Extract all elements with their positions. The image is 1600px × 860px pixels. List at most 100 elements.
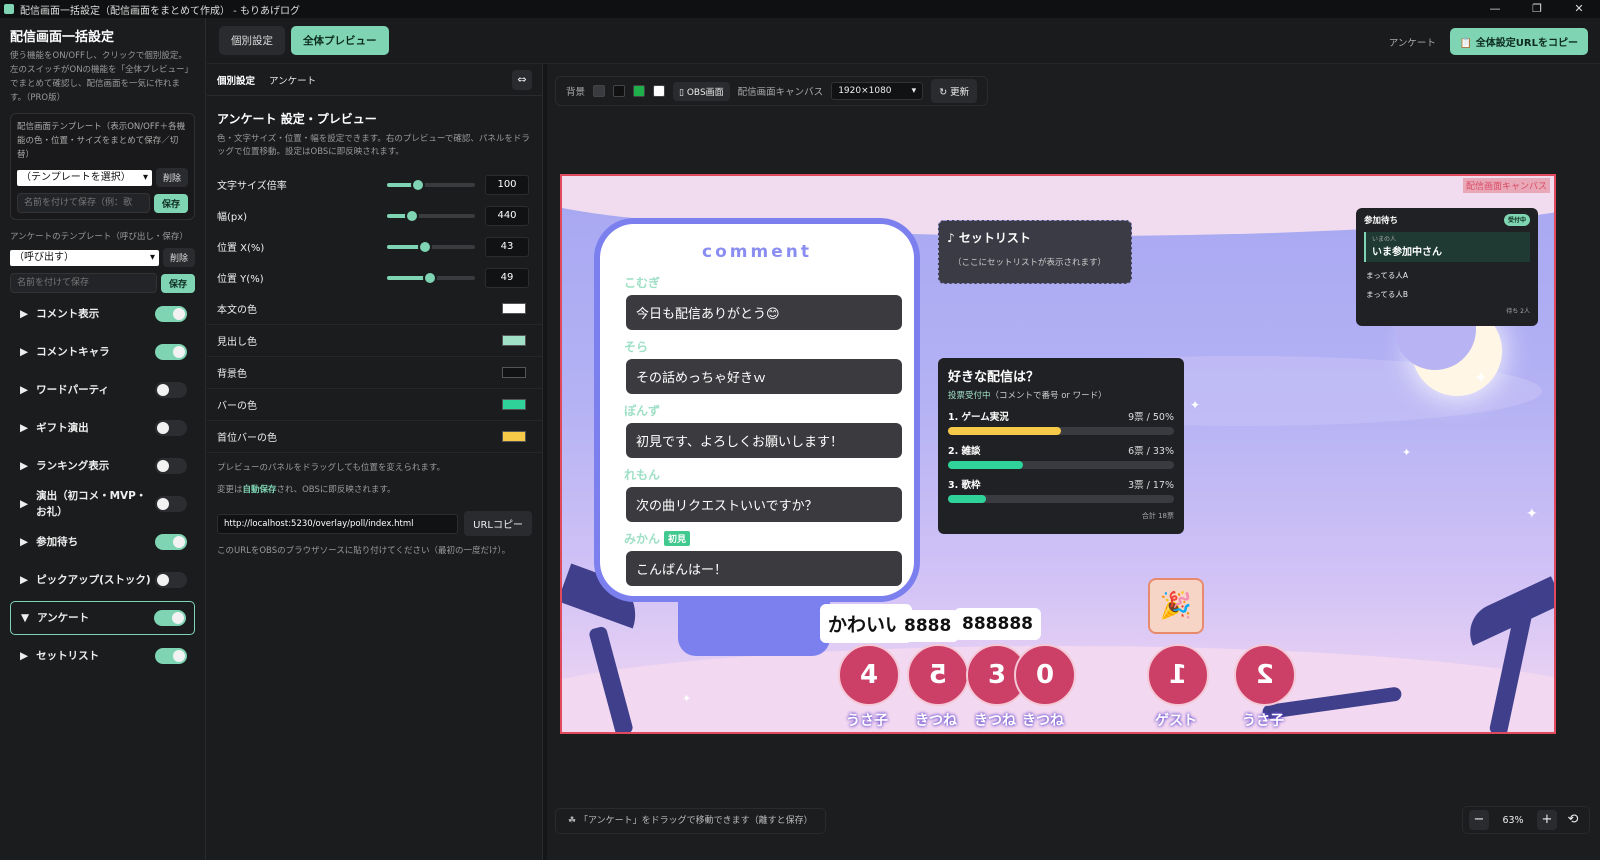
setting-label: 幅(px) <box>217 212 248 223</box>
feature-item[interactable]: ▶ ランキング表示 <box>10 447 195 485</box>
color-picker[interactable] <box>502 399 526 410</box>
minimize-button[interactable]: — <box>1474 0 1516 18</box>
setting-value-input[interactable]: 440 <box>485 205 529 226</box>
subtab-individual[interactable]: 個別設定 <box>217 73 255 87</box>
zoom-out-button[interactable]: − <box>1469 810 1489 830</box>
poll-total: 合計 18票 <box>1141 512 1174 520</box>
sidebar-description: 使う機能をON/OFFし、クリックで個別設定。左のスイッチがONの機能を「全体プ… <box>10 51 194 103</box>
overlay-url-field[interactable]: http://localhost:5230/overlay/poll/index… <box>217 513 459 534</box>
triangle-down-icon: ▼ <box>21 612 30 624</box>
setting-value-input[interactable]: 100 <box>485 174 529 195</box>
star-icon: ✦ <box>1526 506 1538 522</box>
setlist-placeholder: （ここにセットリストが表示されます） <box>953 258 1107 268</box>
setting-value-input[interactable]: 49 <box>485 267 529 288</box>
triangle-right-icon: ▶ <box>20 536 29 548</box>
copy-all-url-button[interactable]: 📋 全体設定URLをコピー <box>1449 28 1588 55</box>
monitor-icon: ▯ <box>679 87 687 98</box>
feature-toggle[interactable] <box>155 382 187 398</box>
close-button[interactable]: ✕ <box>1558 0 1600 18</box>
feature-item[interactable]: ▶ ピックアップ(ストック) <box>10 561 195 599</box>
feature-toggle[interactable] <box>155 496 187 512</box>
feature-item[interactable]: ▶ セットリスト <box>10 637 195 675</box>
feature-toggle[interactable] <box>155 572 187 588</box>
poll-template-label: アンケートのテンプレート（呼び出し・保存） <box>10 232 188 242</box>
comment-message: その話めっちゃ好きｗ <box>626 359 902 394</box>
zoom-in-button[interactable]: + <box>1537 810 1557 830</box>
feature-toggle[interactable] <box>155 306 187 322</box>
bg-black-swatch[interactable] <box>613 85 626 97</box>
bg-white-swatch[interactable] <box>653 85 666 97</box>
template-select[interactable]: （テンプレートを選択） ▾ <box>17 169 152 186</box>
bg-label: 背景 <box>566 87 586 98</box>
feature-toggle[interactable] <box>155 648 187 664</box>
template-delete-button[interactable]: 削除 <box>155 168 188 187</box>
queue-panel[interactable]: 参加待ち 受付中 いまの人 いま参加中さん まってる人A まってる人B 待ち 2人 <box>1356 208 1538 326</box>
feature-toggle[interactable] <box>155 420 187 436</box>
poll-bar <box>948 427 1174 435</box>
feature-item[interactable]: ▶ ギフト演出 <box>10 409 195 447</box>
color-picker[interactable] <box>502 431 526 442</box>
feature-toggle[interactable] <box>154 610 186 626</box>
resolution-select[interactable]: 1920×1080 ▾ <box>831 82 924 100</box>
tab-individual[interactable]: 個別設定 <box>219 26 285 55</box>
poll-template-delete-button[interactable]: 削除 <box>162 248 195 267</box>
url-copy-button[interactable]: URLコピー <box>464 511 532 536</box>
triangle-right-icon: ▶ <box>20 650 29 662</box>
swap-icon[interactable]: ⇔ <box>512 69 532 90</box>
move-icon: ☘ <box>568 816 579 826</box>
feature-item[interactable]: ▶ コメント表示 <box>10 295 195 333</box>
autosave-note: 変更は自動保存され、OBSに即反映されます。 <box>217 485 396 495</box>
poll-link[interactable]: アンケート <box>1389 35 1436 49</box>
template-save-button[interactable]: 保存 <box>153 193 188 213</box>
color-picker[interactable] <box>502 367 526 378</box>
poll-template-name-input[interactable]: 名前を付けて保存 <box>10 273 157 293</box>
feature-toggle[interactable] <box>155 344 187 360</box>
setlist-panel[interactable]: ♪ セットリスト （ここにセットリストが表示されます） <box>938 220 1132 284</box>
setting-slider[interactable] <box>387 177 475 192</box>
feature-item[interactable]: ▼ アンケート <box>10 601 195 635</box>
sidebar-title: 配信画面一括設定 <box>10 30 115 45</box>
poll-template-select[interactable]: （呼び出す） ▾ <box>10 249 159 266</box>
maximize-button[interactable]: ❐ <box>1516 0 1558 18</box>
speech-bubble: 8888 <box>896 610 960 642</box>
setting-slider[interactable] <box>387 270 475 285</box>
poll-panel[interactable]: 好きな配信は？ 投票受付中（コメントで番号 or ワード） 1. ゲーム実況 9票… <box>938 358 1184 534</box>
feature-label: ピックアップ(ストック) <box>36 574 151 586</box>
feature-item[interactable]: ▶ 参加待ち <box>10 523 195 561</box>
feature-item[interactable]: ▶ コメントキャラ <box>10 333 195 371</box>
comment-message: 初見です、よろしくお願いします！ <box>626 423 902 458</box>
feature-toggle[interactable] <box>155 458 187 474</box>
poll-template-save-button[interactable]: 保存 <box>160 273 195 293</box>
poll-bar-fill <box>948 427 1061 435</box>
viewer-name: きつね <box>974 713 1016 729</box>
refresh-button[interactable]: ↻ 更新 <box>931 79 978 103</box>
subtab-poll[interactable]: アンケート <box>269 73 316 87</box>
bg-gray-swatch[interactable] <box>593 85 606 97</box>
comment-panel[interactable]: comment こむぎ 今日も配信ありがとう😊 そら その話めっちゃ好きｗ ぽんず 初見で… <box>600 224 914 596</box>
stream-canvas[interactable]: ✦ ✦ ✦ ✦ ✦ 配信画面キャンバス comment こむぎ 今日も配信ありがと… <box>560 174 1556 734</box>
setting-value-input[interactable]: 43 <box>485 236 529 257</box>
zoom-reset-icon[interactable]: ⟲ <box>1563 810 1583 830</box>
feature-label: アンケート <box>37 612 90 624</box>
feature-list: ▶ コメント表示 ▶ コメントキャラ ▶ ワードパーティ ▶ ギフト演出 ▶ ランキング表示 ▶ 演出… <box>10 295 195 675</box>
obs-button[interactable]: ▯ OBS画面 <box>673 81 730 101</box>
bg-green-swatch[interactable] <box>633 85 646 97</box>
app-icon <box>4 4 14 14</box>
setting-slider[interactable] <box>387 208 475 223</box>
setting-slider[interactable] <box>387 239 475 254</box>
feature-toggle[interactable] <box>155 534 187 550</box>
template-name-input[interactable]: 名前を付けて保存（例：歌 <box>17 193 150 213</box>
feature-item[interactable]: ▶ 演出（初コメ・MVP・お礼） <box>10 485 195 523</box>
feature-label: 演出（初コメ・MVP・お礼） <box>36 490 147 518</box>
comment-author: みかん 初見 <box>624 530 894 547</box>
poll-status: 投票受付中（コメントで番号 or ワード） <box>948 391 1107 401</box>
tab-preview[interactable]: 全体プレビュー <box>291 26 389 55</box>
comment-header: comment <box>702 242 812 262</box>
speech-bubble: 888888 <box>954 608 1041 640</box>
color-picker[interactable] <box>502 303 526 314</box>
panel-subheader: 個別設定 アンケート ⇔ <box>207 64 542 96</box>
color-picker[interactable] <box>502 335 526 346</box>
viewer-name: うさ子 <box>1242 713 1284 729</box>
feature-item[interactable]: ▶ ワードパーティ <box>10 371 195 409</box>
star-icon: ✦ <box>1402 446 1412 459</box>
